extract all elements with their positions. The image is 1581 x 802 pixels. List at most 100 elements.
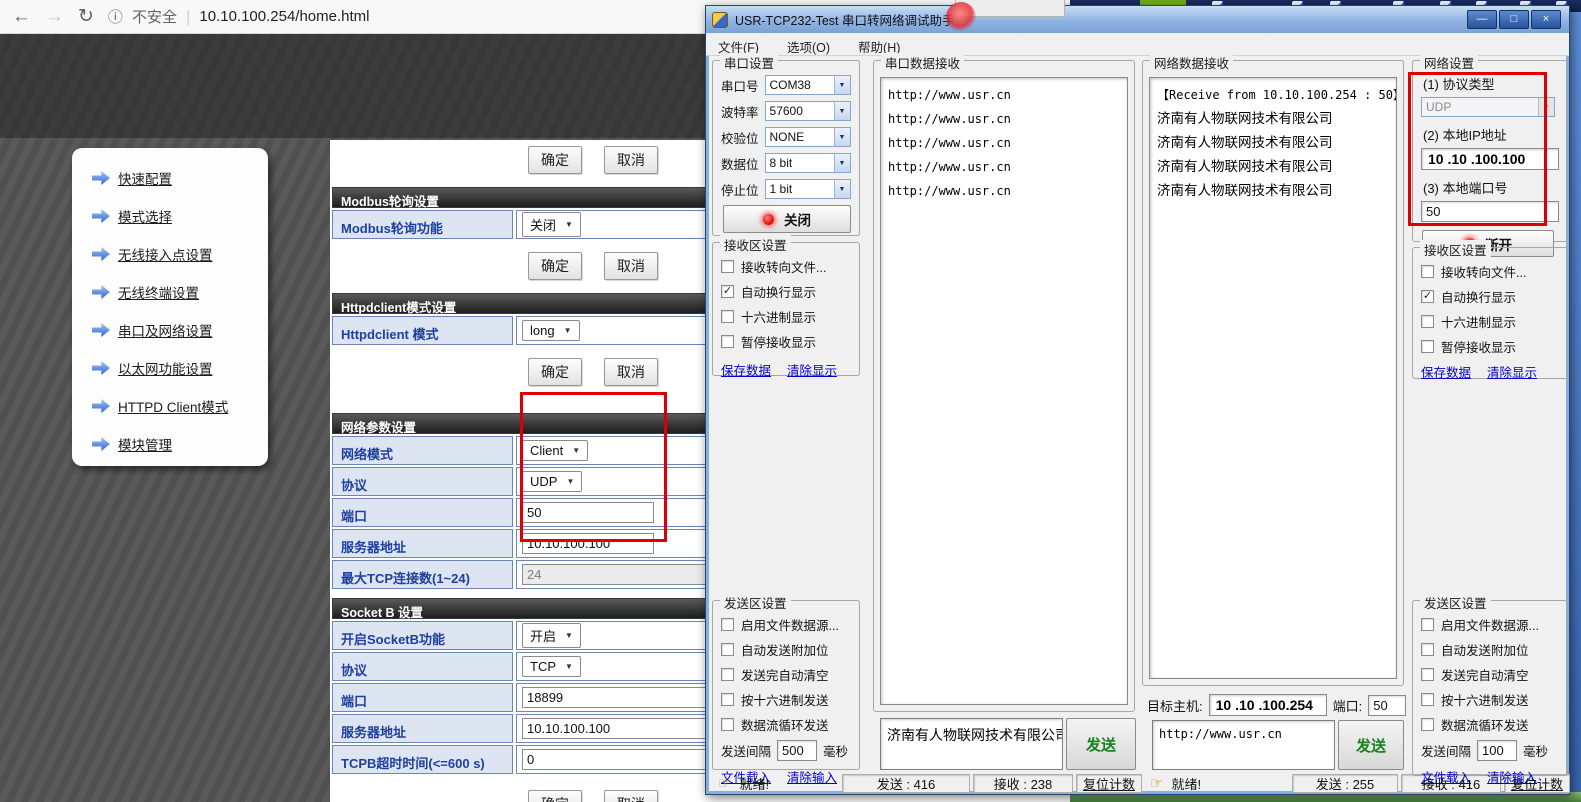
checkbox[interactable] [1421, 315, 1434, 328]
local-port-input[interactable] [1421, 201, 1559, 222]
sidebar-item-sta-settings[interactable]: 无线终端设置 [92, 282, 268, 302]
checkbox[interactable]: ✓ [721, 285, 734, 298]
checkbox[interactable] [1421, 668, 1434, 681]
auto-newline-option[interactable]: ✓自动换行显示 [721, 282, 851, 301]
load-file-link[interactable]: 文件载入 [1421, 767, 1471, 786]
clear-display-link[interactable]: 清除显示 [1487, 362, 1537, 381]
sidebar-item-mode-select[interactable]: 模式选择 [92, 206, 268, 226]
serial-close-button[interactable]: 关闭 [723, 205, 851, 233]
sidebar-item-ap-settings[interactable]: 无线接入点设置 [92, 244, 268, 264]
forward-icon[interactable]: → [45, 7, 64, 26]
maximize-button[interactable]: □ [1499, 10, 1529, 29]
clear-after-send-option[interactable]: 发送完自动清空 [1421, 665, 1559, 684]
checkbox[interactable] [721, 693, 734, 706]
pause-recv-option[interactable]: 暂停接收显示 [1421, 337, 1559, 356]
file-data-source-option[interactable]: 启用文件数据源... [1421, 615, 1559, 634]
hex-display-option[interactable]: 十六进制显示 [721, 307, 851, 326]
menu-options[interactable]: 选项(O) [787, 37, 830, 55]
baud-rate-select[interactable]: 57600▼ [765, 101, 851, 121]
ok-button[interactable]: 确定 [528, 790, 582, 802]
checkbox[interactable] [721, 335, 734, 348]
checkbox[interactable] [721, 643, 734, 656]
server-address-input[interactable] [522, 533, 654, 554]
sidebar-item-quick-config[interactable]: 快速配置 [92, 168, 268, 188]
protocol-select[interactable]: UDP ▼ [522, 471, 582, 492]
com-port-select[interactable]: COM38▼ [765, 75, 851, 95]
net-tx-input[interactable]: http://www.usr.cn [1152, 720, 1335, 770]
auto-append-option[interactable]: 自动发送附加位 [721, 640, 851, 659]
checkbox[interactable] [1421, 693, 1434, 706]
checkbox[interactable] [721, 718, 734, 731]
checkbox[interactable] [1421, 618, 1434, 631]
recv-to-file-option[interactable]: 接收转向文件... [721, 257, 851, 276]
target-host-input[interactable]: 10 .10 .100.254 [1209, 694, 1327, 716]
serial-reset-count-link[interactable]: 复位计数 [1076, 774, 1142, 793]
network-mode-select[interactable]: Client ▼ [522, 440, 588, 461]
socketb-port-input[interactable] [522, 687, 722, 708]
refresh-icon[interactable]: ↻ [78, 7, 94, 26]
send-interval-input[interactable] [777, 740, 817, 761]
serial-tx-input[interactable]: 济南有人物联网技术有限公司 [880, 718, 1063, 770]
cancel-button[interactable]: 取消 [604, 358, 658, 386]
net-ready-text: 就绪! [1171, 774, 1201, 793]
ok-button[interactable]: 确定 [528, 146, 582, 174]
hex-display-option[interactable]: 十六进制显示 [1421, 312, 1559, 331]
serial-rx-area[interactable]: http://www.usr.cn http://www.usr.cn http… [880, 77, 1128, 705]
clear-input-link[interactable]: 清除输入 [1487, 767, 1537, 786]
back-icon[interactable]: ← [12, 7, 31, 26]
app-titlebar[interactable]: USR-TCP232-Test 串口转网络调试助手 — □ × [706, 6, 1569, 33]
checkbox[interactable] [1421, 340, 1434, 353]
save-data-link[interactable]: 保存数据 [721, 360, 771, 379]
clear-display-link[interactable]: 清除显示 [787, 360, 837, 379]
minimize-button[interactable]: — [1467, 10, 1497, 29]
hex-send-option[interactable]: 按十六进制发送 [1421, 690, 1559, 709]
ok-button[interactable]: 确定 [528, 252, 582, 280]
auto-newline-option[interactable]: ✓自动换行显示 [1421, 287, 1559, 306]
sidebar-item-module-manage[interactable]: 模块管理 [92, 434, 268, 454]
local-ip-input[interactable]: 10 .10 .100.100 [1421, 148, 1559, 170]
serial-send-button[interactable]: 发送 [1066, 718, 1136, 770]
sidebar-item-serial-network[interactable]: 串口及网络设置 [92, 320, 268, 340]
checkbox[interactable] [721, 618, 734, 631]
ok-button[interactable]: 确定 [528, 358, 582, 386]
port-input[interactable] [522, 502, 654, 523]
checkbox[interactable] [1421, 643, 1434, 656]
auto-append-option[interactable]: 自动发送附加位 [1421, 640, 1559, 659]
sidebar-item-httpd-client[interactable]: HTTPD Client模式 [92, 396, 268, 416]
save-data-link[interactable]: 保存数据 [1421, 362, 1471, 381]
cancel-button[interactable]: 取消 [604, 146, 658, 174]
stop-bits-select[interactable]: 1 bit▼ [765, 179, 851, 199]
modbus-poll-select[interactable]: 关闭 ▼ [522, 212, 581, 237]
net-send-button[interactable]: 发送 [1338, 720, 1404, 770]
socketb-server-input[interactable] [522, 718, 722, 739]
hex-send-option[interactable]: 按十六进制发送 [721, 690, 851, 709]
checkbox[interactable] [1421, 265, 1434, 278]
checkbox[interactable] [1421, 718, 1434, 731]
checkbox[interactable] [721, 310, 734, 323]
parity-select[interactable]: NONE▼ [765, 127, 851, 147]
data-bits-select[interactable]: 8 bit▼ [765, 153, 851, 173]
httpdclient-mode-select[interactable]: long ▼ [522, 320, 580, 341]
close-button[interactable]: × [1531, 10, 1561, 29]
address-bar[interactable]: ⓘ 不安全 | 10.10.100.254/home.html [108, 6, 370, 27]
clear-after-send-option[interactable]: 发送完自动清空 [721, 665, 851, 684]
cancel-button[interactable]: 取消 [604, 790, 658, 802]
loop-send-option[interactable]: 数据流循环发送 [1421, 715, 1559, 734]
url-text[interactable]: 10.10.100.254/home.html [199, 8, 369, 25]
info-icon[interactable]: ⓘ [108, 6, 123, 27]
socketb-protocol-select[interactable]: TCP ▼ [522, 656, 581, 677]
checkbox[interactable] [721, 260, 734, 273]
sidebar-item-ethernet[interactable]: 以太网功能设置 [92, 358, 268, 378]
cancel-button[interactable]: 取消 [604, 252, 658, 280]
net-rx-area[interactable]: 【Receive from 10.10.100.254 : 50】: 济南有人物… [1149, 77, 1397, 679]
tcpb-timeout-input[interactable] [522, 749, 722, 770]
pause-recv-option[interactable]: 暂停接收显示 [721, 332, 851, 351]
file-data-source-option[interactable]: 启用文件数据源... [721, 615, 851, 634]
target-port-input[interactable] [1368, 695, 1406, 716]
checkbox[interactable] [721, 668, 734, 681]
recv-to-file-option[interactable]: 接收转向文件... [1421, 262, 1559, 281]
loop-send-option[interactable]: 数据流循环发送 [721, 715, 851, 734]
send-interval-input[interactable] [1477, 740, 1517, 761]
socketb-enable-select[interactable]: 开启 ▼ [522, 623, 581, 648]
checkbox[interactable]: ✓ [1421, 290, 1434, 303]
